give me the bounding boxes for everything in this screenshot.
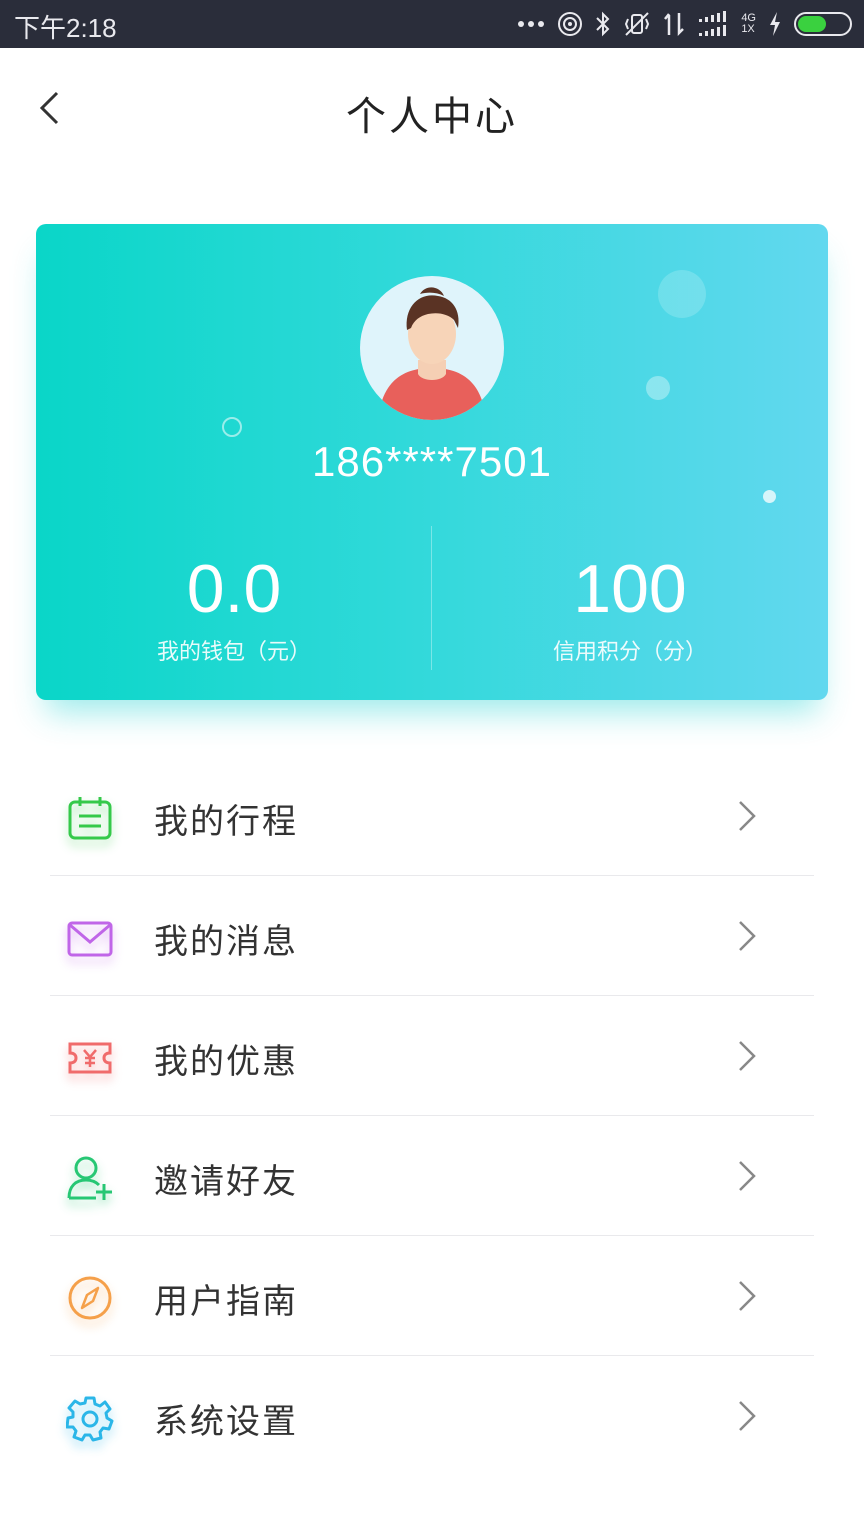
network-type-icon: 4G 1X: [741, 13, 756, 35]
coupon-yuan-icon: [64, 1032, 116, 1084]
chevron-right-icon: [739, 1041, 756, 1071]
decor-bubble-medium: [646, 376, 670, 400]
wallet-value: 0.0: [186, 551, 282, 627]
menu-label-guide: 用户指南: [154, 1282, 298, 1322]
chevron-right-icon: [739, 801, 756, 831]
decor-bubble-ring: [222, 417, 242, 437]
menu-item-coupons[interactable]: 我的优惠: [50, 996, 814, 1116]
menu-label-settings: 系统设置: [154, 1402, 298, 1442]
menu-label-invite: 邀请好友: [154, 1162, 298, 1202]
menu-item-invite[interactable]: 邀请好友: [50, 1116, 814, 1236]
avatar[interactable]: [360, 276, 504, 420]
phone-number: 186****7501: [312, 438, 552, 485]
nav-bar: 个人中心: [0, 48, 864, 168]
menu-item-trips[interactable]: 我的行程: [50, 756, 814, 876]
menu-label-trips: 我的行程: [154, 802, 298, 842]
gear-icon: [64, 1392, 116, 1444]
status-time: 下午2:18: [14, 13, 117, 43]
wallet-label: 我的钱包（元）: [156, 640, 311, 665]
profile-card: 186****7501 0.0 我的钱包（元） 100 信用积分（分）: [36, 224, 828, 700]
add-user-icon: [64, 1152, 116, 1204]
status-icons: 4G 1X: [517, 8, 852, 40]
menu-list: 我的行程 我的消息 我的优惠 邀请好友 用户指南 系统设置: [50, 756, 814, 1476]
status-bar: 下午2:18 4G 1X: [0, 0, 864, 48]
menu-item-guide[interactable]: 用户指南: [50, 1236, 814, 1356]
decor-bubble-large: [658, 270, 706, 318]
data-arrows-icon: [663, 11, 685, 37]
more-dots-icon: [517, 20, 545, 28]
decor-bubble-small: [763, 490, 776, 503]
hotspot-icon: [557, 11, 583, 37]
credit-value: 100: [573, 551, 687, 627]
user-avatar-icon: [378, 287, 486, 420]
battery-icon: [794, 12, 852, 36]
menu-item-settings[interactable]: 系统设置: [50, 1356, 814, 1476]
menu-label-messages: 我的消息: [154, 922, 298, 962]
bluetooth-icon: [595, 11, 611, 37]
credit-label: 信用积分（分）: [552, 640, 707, 665]
menu-item-messages[interactable]: 我的消息: [50, 876, 814, 996]
battery-level: [798, 16, 826, 32]
vibrate-icon: [623, 11, 651, 37]
calendar-icon: [64, 792, 116, 844]
envelope-icon: [64, 912, 116, 964]
menu-label-coupons: 我的优惠: [154, 1042, 298, 1082]
page-title: 个人中心: [346, 94, 518, 140]
signal-icon: [697, 11, 729, 37]
charging-icon: [768, 11, 782, 37]
chevron-right-icon: [739, 1161, 756, 1191]
network-bottom-label: 1X: [741, 23, 755, 35]
credit-stat[interactable]: 100 信用积分（分）: [432, 546, 828, 666]
chevron-right-icon: [739, 921, 756, 951]
wallet-stat[interactable]: 0.0 我的钱包（元）: [36, 546, 432, 666]
compass-icon: [64, 1272, 116, 1324]
chevron-right-icon: [739, 1401, 756, 1431]
chevron-right-icon: [739, 1281, 756, 1311]
